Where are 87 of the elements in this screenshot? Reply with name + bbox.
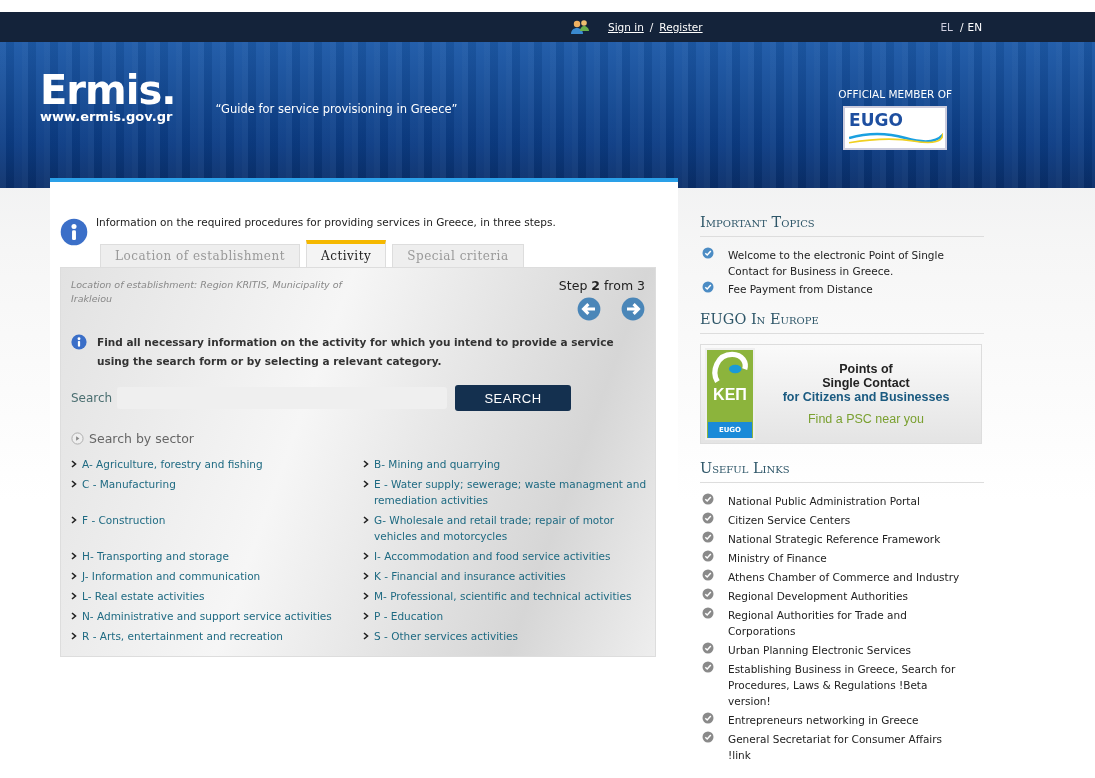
intro-text: Information on the required procedures for providing services in Greece, in three steps. <box>96 216 556 228</box>
sector-link[interactable]: G- Wholesale and retail trade; repair of motor vehicles and motorcycles <box>374 512 653 544</box>
check-icon <box>702 712 714 724</box>
language-link[interactable]: EL <box>940 21 953 33</box>
site-url: www.ermis.gov.gr <box>40 109 174 124</box>
banner-title: Points of <box>838 362 894 376</box>
chevron-icon <box>71 516 77 524</box>
sector-link[interactable]: R - Arts, entertainment and recreation <box>82 628 283 644</box>
chevron-icon <box>71 632 77 640</box>
check-icon <box>702 661 714 673</box>
register-link[interactable]: Register <box>659 21 703 33</box>
chevron-icon <box>71 460 77 468</box>
info-icon <box>71 334 87 350</box>
step-counter: Step 2 from 3 <box>558 278 645 293</box>
eugo-logo[interactable]: EUGO <box>843 106 948 150</box>
chevron-icon <box>71 612 77 620</box>
sector-link[interactable]: H- Transporting and storage <box>82 548 229 564</box>
member-label: OFFICIAL MEMBER OF <box>838 88 952 100</box>
useful-link[interactable]: Athens Chamber of Commerce and Industry <box>728 569 960 585</box>
check-icon <box>702 569 714 581</box>
check-icon <box>702 531 714 543</box>
sector-link[interactable]: I- Accommodation and food service activities <box>374 548 611 564</box>
sector-link[interactable]: A- Agriculture, forestry and fishing <box>82 456 263 472</box>
chevron-icon <box>363 516 369 524</box>
useful-link[interactable]: Ministry of Finance <box>728 550 827 566</box>
sector-link[interactable]: P - Education <box>374 608 444 624</box>
search-button[interactable]: SEARCH <box>455 385 571 411</box>
play-circle-icon <box>71 432 84 445</box>
sector-link[interactable]: L- Real estate activities <box>82 588 205 604</box>
sector-link[interactable]: B- Mining and quarrying <box>374 456 501 472</box>
sector-title: Search by sector <box>89 431 194 446</box>
sector-link[interactable]: E - Water supply; sewerage; waste managment and remediation activities <box>374 476 653 508</box>
hint-text: Find all necessary information on the activity for which you intend to provide a service using the search form or by selecting a relevant category. <box>97 335 615 369</box>
chevron-icon <box>363 572 369 580</box>
users-icon <box>570 19 590 35</box>
check-icon <box>702 642 714 654</box>
section-heading: Useful Links <box>700 460 984 483</box>
useful-link[interactable]: National Strategic Reference Framework <box>728 531 941 547</box>
chevron-icon <box>71 572 77 580</box>
useful-link[interactable]: Entrepreneurs networking in Greece <box>728 712 919 728</box>
check-icon <box>702 493 714 505</box>
sector-link[interactable]: K - Financial and insurance activities <box>374 568 566 584</box>
sector-link[interactable]: M- Professional, scientific and technical activities <box>374 588 632 604</box>
check-icon <box>702 550 714 562</box>
useful-link[interactable]: Regional Development Authorities <box>728 588 908 604</box>
info-icon <box>60 218 88 246</box>
sector-link[interactable]: S - Other services activities <box>374 628 519 644</box>
useful-link[interactable]: Establishing Business in Greece, Search for Procedures, Laws & Regulations !Beta version! <box>728 661 964 709</box>
chevron-icon <box>363 632 369 640</box>
useful-link[interactable]: General Secretariat for Consumer Affairs !link <box>728 731 964 763</box>
chevron-icon <box>363 592 369 600</box>
chevron-icon <box>71 592 77 600</box>
site-logo[interactable]: Ermis. <box>40 70 176 110</box>
separator: / <box>959 21 964 33</box>
sector-link[interactable]: F - Construction <box>82 512 166 528</box>
chevron-icon <box>363 552 369 560</box>
chevron-icon <box>363 460 369 468</box>
chevron-icon <box>71 552 77 560</box>
check-icon <box>702 247 714 259</box>
useful-link[interactable]: Citizen Service Centers <box>728 512 851 528</box>
search-label: Search <box>71 391 113 405</box>
topic-link[interactable]: Fee Payment from Distance <box>728 281 873 297</box>
useful-link[interactable]: Regional Authorities for Trade and Corporations <box>728 607 964 639</box>
check-icon <box>702 607 714 619</box>
check-icon <box>702 731 714 743</box>
check-icon <box>702 588 714 600</box>
step-tab[interactable]: Activity <box>306 240 387 267</box>
location-note: Location of establishment: Region KRITIS, Municipality of Irakleiou <box>71 278 344 306</box>
section-heading: Important Topics <box>700 214 984 237</box>
sector-link[interactable]: N- Administrative and support service activities <box>82 608 332 624</box>
banner-title: Single Contact <box>821 376 911 390</box>
chevron-icon <box>363 480 369 488</box>
check-icon <box>702 281 714 293</box>
check-icon <box>702 512 714 524</box>
useful-link[interactable]: National Public Administration Portal <box>728 493 920 509</box>
chevron-icon <box>71 480 77 488</box>
sector-link[interactable]: J- Information and communication <box>82 568 261 584</box>
sign-in-link[interactable]: Sign in <box>608 21 644 33</box>
separator: / <box>649 21 654 33</box>
sector-link[interactable]: C - Manufacturing <box>82 476 176 492</box>
topic-link[interactable]: Welcome to the electronic Point of Single Contact for Business in Greece. <box>728 247 964 279</box>
banner-subtitle: for Citizens and Businesses <box>781 390 951 404</box>
tagline: “Guide for service provisioning in Greece” <box>215 102 458 116</box>
useful-link[interactable]: Urban Planning Electronic Services <box>728 642 912 658</box>
language-link[interactable]: EN <box>967 21 982 33</box>
section-heading: EUGO In Europe <box>700 311 984 334</box>
chevron-icon <box>363 612 369 620</box>
